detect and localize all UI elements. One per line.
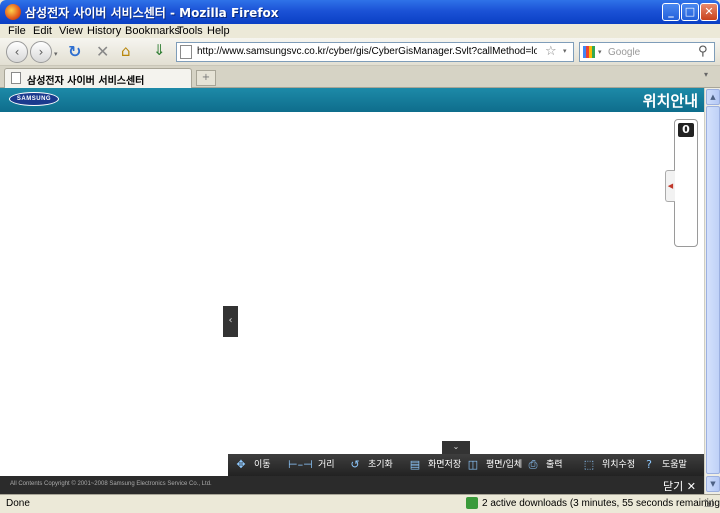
close-window-button[interactable]: ✕ xyxy=(700,3,718,21)
scroll-thumb[interactable] xyxy=(706,106,720,474)
page-icon xyxy=(180,45,192,59)
download-status-icon[interactable]: ⇓ xyxy=(153,41,166,59)
history-dropdown-icon[interactable]: ▾ xyxy=(54,50,58,58)
url-input[interactable]: http://www.samsungsvc.co.kr/cyber/gis/Cy… xyxy=(197,46,537,57)
home-icon[interactable]: ⌂ xyxy=(121,42,131,60)
location-edit-icon: ⬚ xyxy=(583,458,595,471)
help-icon: ? xyxy=(646,458,652,471)
downloads-status[interactable]: 2 active downloads (3 minutes, 55 second… xyxy=(482,498,720,509)
search-bar[interactable]: ▾ Google ⚲ xyxy=(579,42,715,62)
ruler-icon: ⊢–⊣ xyxy=(288,458,313,471)
page-footer: All Contents Copyright © 2001~2008 Samsu… xyxy=(0,476,704,494)
title-bar[interactable]: 삼성전자 사이버 서비스센터 - Mozilla Firefox _ □ ✕ xyxy=(0,0,720,24)
left-panel-toggle[interactable]: ‹ xyxy=(223,306,238,337)
minimize-button[interactable]: _ xyxy=(662,3,680,21)
layers-icon: ◫ xyxy=(467,458,479,471)
page-header: SAMSUNG 위치안내 xyxy=(0,88,704,112)
google-icon[interactable] xyxy=(583,46,595,58)
search-input[interactable]: Google xyxy=(608,47,640,58)
copyright-text: All Contents Copyright © 2001~2008 Samsu… xyxy=(10,481,212,487)
reset-icon: ↺ xyxy=(350,458,360,471)
maximize-button[interactable]: □ xyxy=(681,3,699,21)
save-screen-icon: ▤ xyxy=(409,458,421,471)
menu-view[interactable]: View xyxy=(59,24,83,38)
tool-2d3d-button[interactable]: ◫ 평면/입체 xyxy=(466,454,522,476)
bookmark-star-icon[interactable]: ☆ xyxy=(545,44,557,59)
tab-list-icon[interactable]: ▾ xyxy=(704,70,708,79)
firefox-icon xyxy=(5,4,21,20)
menu-tools[interactable]: Tools xyxy=(177,24,203,38)
tab-samsung-service[interactable]: 삼성전자 사이버 서비스센터 xyxy=(4,68,192,88)
samsung-logo: SAMSUNG xyxy=(9,92,59,106)
navigation-toolbar: ‹ › ▾ ↻ ✕ ⌂ ⇓ http://www.samsungsvc.co.k… xyxy=(0,38,720,66)
page-icon xyxy=(11,72,21,84)
tool-help-button[interactable]: ? 도움말 xyxy=(642,454,687,476)
menu-bar: File Edit View History Bookmarks Tools H… xyxy=(0,24,720,38)
window-title: 삼성전자 사이버 서비스센터 - Mozilla Firefox xyxy=(25,6,279,20)
menu-file[interactable]: File xyxy=(8,24,26,38)
tool-reset-button[interactable]: ↺ 초기화 xyxy=(348,454,392,476)
status-bar: Done 2 active downloads (3 minutes, 55 s… xyxy=(0,494,720,513)
tool-edit-location-button[interactable]: ⬚ 위치수정 xyxy=(582,454,635,476)
tool-distance-button[interactable]: ⊢–⊣ 거리 xyxy=(288,454,335,476)
map-canvas[interactable] xyxy=(0,112,704,476)
back-button[interactable]: ‹ xyxy=(6,41,28,63)
search-engine-dropdown-icon[interactable]: ▾ xyxy=(598,48,602,56)
close-button[interactable]: 닫기 ✕ xyxy=(663,478,696,494)
menu-history[interactable]: History xyxy=(87,24,121,38)
url-dropdown-icon[interactable]: ▾ xyxy=(563,47,567,55)
scroll-down-icon[interactable]: ▼ xyxy=(706,476,720,492)
print-icon: ⎙ xyxy=(528,458,538,471)
tool-save-screen-button[interactable]: ▤ 화면저장 xyxy=(408,454,461,476)
magnifier-icon[interactable]: ⚲ xyxy=(698,44,708,59)
new-tab-button[interactable]: + xyxy=(196,70,216,86)
scroll-up-icon[interactable]: ▲ xyxy=(706,89,720,105)
reload-icon[interactable]: ↻ xyxy=(68,42,81,61)
page-title: 위치안내 xyxy=(642,92,698,110)
side-panel-toggle[interactable]: ◀ xyxy=(665,170,675,202)
stop-icon[interactable]: ✕ xyxy=(96,42,109,61)
menu-help[interactable]: Help xyxy=(207,24,230,38)
tool-move-button[interactable]: ✥ 이동 xyxy=(234,454,270,476)
zoom-level: 0 xyxy=(678,123,694,137)
move-icon: ✥ xyxy=(236,458,246,471)
tool-print-button[interactable]: ⎙ 출력 xyxy=(526,454,563,476)
tab-bar: 삼성전자 사이버 서비스센터 + ▾ xyxy=(0,66,720,88)
url-bar[interactable]: http://www.samsungsvc.co.kr/cyber/gis/Cy… xyxy=(176,42,574,62)
download-icon[interactable] xyxy=(466,497,478,509)
vertical-scrollbar[interactable]: ▲ ▼ xyxy=(704,88,720,494)
resize-grip-icon[interactable]: ⇲ xyxy=(704,497,713,510)
menu-bookmarks[interactable]: Bookmarks xyxy=(125,24,180,38)
page-content: SAMSUNG 위치안내 0 ◀ ‹ ⌄ ✥ 이동 ⊢–⊣ 거리 ↺ 초기화 ▤ 화면저… xyxy=(0,88,704,494)
map-toolbar: ✥ 이동 ⊢–⊣ 거리 ↺ 초기화 ▤ 화면저장 ◫ 평면/입체 ⎙ 출력 ⬚ 위치수정 ? 도… xyxy=(228,454,704,476)
status-text: Done xyxy=(6,498,30,509)
tab-label: 삼성전자 사이버 서비스센터 xyxy=(27,76,145,87)
menu-edit[interactable]: Edit xyxy=(33,24,52,38)
zoom-control[interactable]: 0 xyxy=(674,119,698,247)
toolbar-collapse-button[interactable]: ⌄ xyxy=(442,441,470,454)
forward-button[interactable]: › xyxy=(30,41,52,63)
